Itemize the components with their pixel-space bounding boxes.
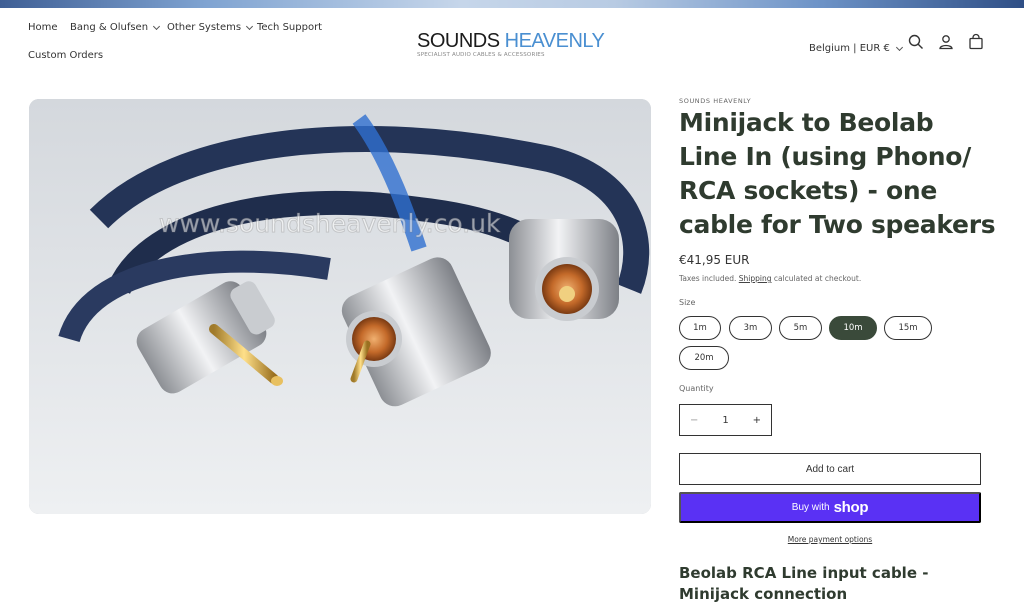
account-icon[interactable] bbox=[937, 33, 955, 51]
size-option-15m[interactable]: 15m bbox=[884, 316, 932, 340]
nav-other-systems-label: Other Systems bbox=[167, 22, 242, 33]
country-currency-selector[interactable]: Belgium | EUR € bbox=[809, 43, 903, 54]
product-title: Minijack to Beolab Line In (using Phono/… bbox=[679, 108, 996, 239]
nav-tech-support-label: Tech Support bbox=[257, 22, 323, 33]
size-option-3m[interactable]: 3m bbox=[729, 316, 772, 340]
header: Home Bang & Olufsen Other Systems Tech S… bbox=[0, 8, 1024, 88]
buy-with-shop-button[interactable]: Buy with shop bbox=[679, 492, 981, 523]
nav-bang-olufsen[interactable]: Bang & Olufsen bbox=[70, 22, 161, 33]
tax-note-prefix: Taxes included. bbox=[679, 274, 737, 283]
nav-other-systems[interactable]: Other Systems bbox=[167, 22, 254, 33]
tax-note-suffix: calculated at checkout. bbox=[773, 274, 862, 283]
nav-bang-olufsen-label: Bang & Olufsen bbox=[70, 22, 149, 33]
more-payment-options-link[interactable]: More payment options bbox=[679, 535, 981, 544]
product-price: €41,95 EUR bbox=[679, 253, 750, 267]
buy-with-label: Buy with bbox=[791, 502, 830, 513]
quantity-label: Quantity bbox=[679, 384, 714, 393]
size-option-1m[interactable]: 1m bbox=[679, 316, 721, 340]
nav-home-label: Home bbox=[28, 22, 58, 33]
quantity-decrease-button[interactable]: − bbox=[690, 415, 698, 426]
image-watermark: www.soundsheavenly.co.uk bbox=[159, 209, 501, 238]
nav-home[interactable]: Home bbox=[28, 22, 58, 33]
size-option-20m[interactable]: 20m bbox=[679, 346, 729, 370]
quantity-input[interactable]: 1 bbox=[722, 415, 728, 426]
search-icon[interactable] bbox=[907, 33, 925, 51]
chevron-down-icon bbox=[246, 22, 254, 30]
shop-logo: shop bbox=[833, 499, 869, 516]
quantity-increase-button[interactable]: + bbox=[753, 415, 761, 426]
logo-part-sounds: SOUNDS bbox=[417, 30, 500, 52]
description-heading: Beolab RCA Line input cable - Minijack c… bbox=[679, 564, 929, 603]
quantity-stepper: − 1 + bbox=[679, 404, 772, 436]
nav-tech-support[interactable]: Tech Support bbox=[257, 22, 322, 33]
size-label: Size bbox=[679, 298, 696, 307]
logo-tagline: SPECIALIST AUDIO CABLES & ACCESSORIES bbox=[417, 52, 545, 58]
chevron-down-icon bbox=[153, 22, 161, 30]
logo-wordmark: SOUNDS HEAVENLY bbox=[417, 31, 617, 51]
nav-custom-orders[interactable]: Custom Orders bbox=[28, 50, 103, 61]
top-banner-strip bbox=[0, 0, 1024, 8]
nav-custom-orders-label: Custom Orders bbox=[28, 50, 104, 61]
product-vendor: SOUNDS HEAVENLY bbox=[679, 97, 752, 105]
add-to-cart-button[interactable]: Add to cart bbox=[679, 453, 981, 485]
size-option-10m[interactable]: 10m bbox=[829, 316, 877, 340]
site-logo[interactable]: SOUNDS HEAVENLY SPECIALIST AUDIO CABLES … bbox=[417, 31, 617, 58]
tax-note: Taxes included. Shipping calculated at c… bbox=[679, 274, 861, 283]
size-option-5m[interactable]: 5m bbox=[779, 316, 822, 340]
locale-label: Belgium | EUR € bbox=[809, 43, 890, 54]
cart-icon[interactable] bbox=[967, 33, 985, 51]
shipping-link[interactable]: Shipping bbox=[739, 274, 772, 283]
product-image[interactable]: www.soundsheavenly.co.uk bbox=[29, 99, 651, 514]
logo-part-heavenly: HEAVENLY bbox=[504, 30, 605, 52]
chevron-down-icon bbox=[895, 43, 903, 51]
